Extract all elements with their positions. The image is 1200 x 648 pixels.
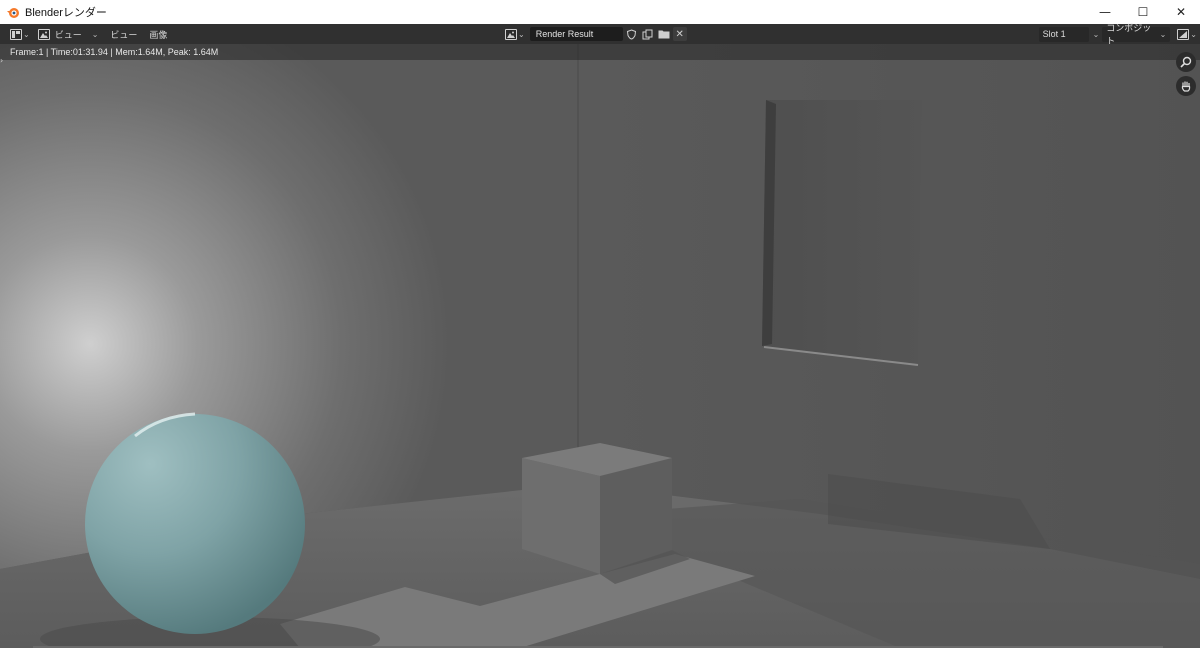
slot-dropdown[interactable]: Slot 1 bbox=[1038, 26, 1089, 42]
chevron-down-icon: ⌄ bbox=[91, 29, 99, 39]
menu-image[interactable]: 画像 bbox=[143, 28, 173, 41]
fake-user-shield-icon[interactable] bbox=[625, 27, 639, 41]
chevron-down-icon: ⌄ bbox=[1092, 29, 1100, 39]
slot-label: Slot 1 bbox=[1042, 29, 1066, 39]
image-name-field[interactable]: Render Result bbox=[529, 27, 623, 41]
layer-dropdown[interactable]: コンポジット ⌄ bbox=[1102, 23, 1171, 46]
view-mode-label: ビュー bbox=[54, 29, 82, 40]
sidebar-toggle-arrow-icon[interactable]: › bbox=[0, 56, 6, 66]
duplicate-icon[interactable] bbox=[641, 27, 655, 41]
window-titlebar: Blenderレンダー — ☐ ✕ bbox=[0, 0, 1200, 24]
editor-type-button[interactable]: ⌄ bbox=[10, 26, 30, 42]
image-browse-group: ⌄ Render Result ✕ bbox=[505, 26, 687, 42]
image-editor-icon bbox=[10, 28, 22, 40]
display-channels-button[interactable]: ⌄ bbox=[1177, 26, 1197, 42]
render-image bbox=[0, 44, 1200, 648]
chevron-down-icon: ⌄ bbox=[518, 29, 525, 39]
chevron-down-icon: ⌄ bbox=[23, 29, 30, 39]
zoom-icon[interactable] bbox=[1176, 52, 1196, 72]
slot-layer-group: Slot 1 ⌄ コンポジット ⌄ ⌄ bbox=[1038, 23, 1200, 46]
display-channels-icon bbox=[1177, 28, 1190, 40]
image-icon bbox=[505, 28, 517, 40]
chevron-down-icon: ⌄ bbox=[1190, 29, 1197, 39]
unlink-close-icon[interactable]: ✕ bbox=[672, 27, 687, 41]
close-button[interactable]: ✕ bbox=[1162, 0, 1200, 24]
folder-icon[interactable] bbox=[657, 27, 671, 41]
browse-image-button[interactable]: ⌄ bbox=[505, 26, 525, 42]
menu-view[interactable]: ビュー bbox=[104, 28, 143, 41]
view-mode-dropdown[interactable]: ビュー ⌄ bbox=[37, 26, 99, 42]
image-editor-header: ⌄ ビュー ⌄ ビュー 画像 ⌄ Render Result ✕ Slot 1 bbox=[0, 23, 1200, 46]
image-icon bbox=[37, 28, 50, 40]
chevron-down-icon: ⌄ bbox=[1159, 29, 1167, 39]
window-title: Blenderレンダー bbox=[25, 7, 107, 19]
render-stats-bar: Frame:1 | Time:01:31.94 | Mem:1.64M, Pea… bbox=[0, 44, 1200, 60]
blender-logo-icon bbox=[7, 8, 19, 18]
hand-pan-icon[interactable] bbox=[1176, 76, 1196, 96]
render-result-viewport[interactable]: Frame:1 | Time:01:31.94 | Mem:1.64M, Pea… bbox=[0, 44, 1200, 648]
